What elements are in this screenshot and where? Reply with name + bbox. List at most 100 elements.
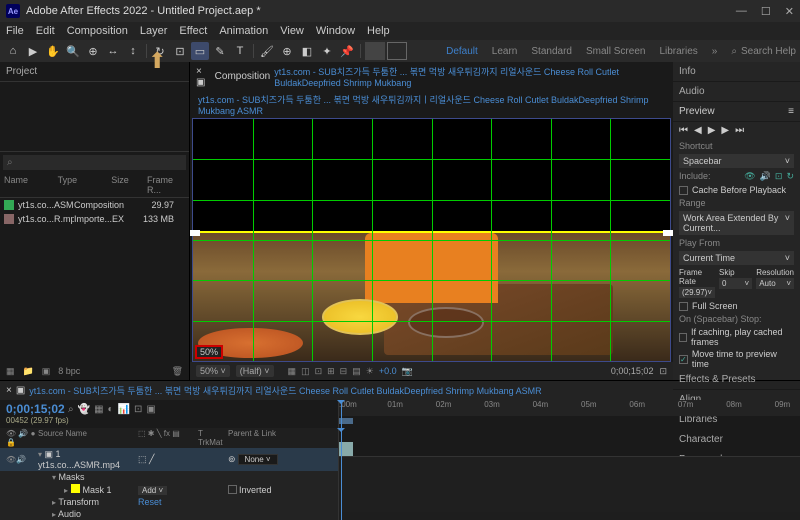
puppet-tool[interactable]: 📌 [338, 42, 356, 60]
workspace-learn[interactable]: Learn [492, 46, 518, 57]
range-dropdown[interactable]: Work Area Extended By Current...˅ [679, 211, 794, 235]
visibility-icon[interactable]: 👁 [6, 455, 15, 464]
inverted-checkbox[interactable] [228, 485, 237, 494]
search-help[interactable]: Search Help [741, 46, 796, 57]
shy-icon[interactable]: 👻 [78, 404, 90, 415]
reset-link[interactable]: Reset [138, 497, 162, 507]
brush-tool[interactable]: 🖌 [258, 42, 276, 60]
minimize-button[interactable]: — [736, 5, 747, 18]
masks-row[interactable]: ▾ Masks [0, 471, 338, 483]
preview-panel-header[interactable]: Preview≡ [673, 102, 800, 122]
prev-frame-icon[interactable]: ◀ [694, 125, 702, 136]
comp-breadcrumb[interactable]: yt1s.com - SUB치즈가득 두툼한 ... 볶면 먹방 새우튀김까지ㅣ… [198, 95, 649, 116]
pen-tool[interactable]: ✎ [211, 42, 229, 60]
mask-region[interactable] [193, 119, 670, 233]
close-button[interactable]: ✕ [785, 5, 794, 18]
resolution-dropdown[interactable]: (Half) ˅ [236, 365, 274, 377]
fill-swatch[interactable] [365, 42, 385, 60]
home-tool[interactable]: ⌂ [4, 42, 22, 60]
playhead[interactable] [341, 400, 342, 428]
composition-viewer[interactable]: 50% [192, 118, 671, 362]
time-ruler[interactable]: :00m 01m 02m 03m 04m 05m 06m 07m 08m 09m [338, 400, 800, 428]
menu-help[interactable]: Help [367, 25, 390, 37]
menu-file[interactable]: File [6, 25, 24, 37]
roto-tool[interactable]: ✦ [318, 42, 336, 60]
menu-animation[interactable]: Animation [219, 25, 268, 37]
movetime-checkbox[interactable] [679, 355, 688, 364]
viewer-timecode[interactable]: 0;00;15;02 [611, 366, 654, 376]
project-col-size[interactable]: Size [111, 175, 147, 195]
playfrom-dropdown[interactable]: Current Time˅ [679, 251, 794, 265]
workspace-more[interactable]: » [712, 46, 718, 57]
resolution-dropdown-pv[interactable]: Auto˅ [756, 278, 794, 289]
clone-tool[interactable]: ⊕ [278, 42, 296, 60]
workspace-standard[interactable]: Standard [531, 46, 572, 57]
include-loop-icon[interactable]: ↻ [786, 171, 794, 182]
timeline-comp-name[interactable]: yt1s.com - SUB치즈가득 두툼한 ... 볶면 먹방 새우튀김까지 … [29, 384, 541, 397]
unified-camera-tool[interactable]: ↔ [104, 42, 122, 60]
project-search-input[interactable] [3, 155, 186, 170]
comp-name-link[interactable]: yt1s.com - SUB치즈가득 두툼한 ... 볶면 먹방 새우튀김까지 … [274, 65, 667, 88]
menu-edit[interactable]: Edit [36, 25, 55, 37]
include-video-icon[interactable]: 👁 [744, 171, 755, 182]
workspace-small[interactable]: Small Screen [586, 46, 645, 57]
transparency-icon[interactable]: ▦ [288, 366, 297, 377]
caching-checkbox[interactable] [679, 333, 687, 342]
next-frame-icon[interactable]: ▶ [721, 125, 729, 136]
timeline-close-icon[interactable]: × [6, 385, 12, 396]
project-col-type[interactable]: Type [58, 175, 112, 195]
audio-row[interactable]: ▸ Audio [0, 508, 338, 520]
text-tool[interactable]: T [231, 42, 249, 60]
snapshot-icon[interactable]: 📷 [402, 366, 413, 377]
shortcut-dropdown[interactable]: Spacebar˅ [679, 154, 794, 168]
menu-layer[interactable]: Layer [140, 25, 168, 37]
zoom-tool[interactable]: 🔍 [64, 42, 82, 60]
layer-row[interactable]: 👁🔊 ▾ ▣ 1 yt1s.co...ASMR.mp4 ⬚ ╱ ⊚ None ˅ [0, 448, 338, 471]
menu-composition[interactable]: Composition [67, 25, 128, 37]
cache-before-checkbox[interactable] [679, 186, 688, 195]
shape-tool[interactable]: ▭ [191, 42, 209, 60]
parent-dropdown[interactable]: None ˅ [238, 454, 278, 465]
folder-icon[interactable]: 📁 [23, 366, 34, 377]
trash-icon[interactable]: 🗑 [172, 366, 183, 377]
menu-effect[interactable]: Effect [179, 25, 207, 37]
channel-icon[interactable]: ▤ [352, 366, 361, 377]
rotation-tool[interactable]: ↻ [151, 42, 169, 60]
current-timecode[interactable]: 0;00;15;02 [6, 402, 332, 416]
exposure-icon[interactable]: ☀ [366, 366, 374, 377]
transform-row[interactable]: ▸ Transform Reset [0, 496, 338, 508]
effects-panel-header[interactable]: Effects & Presets [673, 370, 800, 390]
skip-dropdown[interactable]: 0˅ [719, 278, 752, 289]
project-item[interactable]: yt1s.co...ASMR Composition 29.97 [0, 198, 189, 212]
eraser-tool[interactable]: ◧ [298, 42, 316, 60]
crop-handle-right[interactable] [663, 230, 673, 236]
info-panel-header[interactable]: Info [673, 62, 800, 82]
3d-icon[interactable]: ▣ [146, 404, 155, 415]
zoom-dropdown[interactable]: 50% ˅ [196, 365, 230, 377]
framerate-dropdown[interactable]: (29.97)˅ [679, 287, 715, 298]
bpc-button[interactable]: 8 bpc [58, 366, 80, 377]
mask-icon[interactable]: ◫ [301, 366, 310, 377]
roi-icon[interactable]: ⊡ [315, 366, 323, 377]
workspace-libraries[interactable]: Libraries [659, 46, 697, 57]
new-comp-icon[interactable]: ▣ [42, 366, 51, 377]
motion-blur-icon[interactable]: ◐ [108, 404, 114, 415]
twirl-icon[interactable]: ▾ [38, 450, 42, 459]
menu-view[interactable]: View [280, 25, 304, 37]
audio-toggle-icon[interactable]: 🔊 [16, 455, 25, 464]
stroke-swatch[interactable] [387, 42, 407, 60]
orbit-tool[interactable]: ⊕ [84, 42, 102, 60]
include-overlay-icon[interactable]: ⊡ [775, 171, 783, 182]
track-tool[interactable]: ↕ [124, 42, 142, 60]
selection-tool[interactable]: ▶ [24, 42, 42, 60]
draft3d-icon[interactable]: ⊡ [659, 366, 667, 377]
audio-panel-header[interactable]: Audio [673, 82, 800, 102]
workspace-default[interactable]: Default [446, 46, 478, 57]
fullscreen-checkbox[interactable] [679, 302, 688, 311]
project-col-fr[interactable]: Frame R... [147, 175, 185, 195]
graph-editor-icon[interactable]: 📊 [118, 404, 130, 415]
mask-mode-dropdown[interactable]: Add ˅ [138, 486, 167, 495]
exposure-val[interactable]: +0.0 [379, 366, 397, 377]
menu-window[interactable]: Window [316, 25, 355, 37]
first-frame-icon[interactable]: ⏮ [679, 125, 688, 136]
